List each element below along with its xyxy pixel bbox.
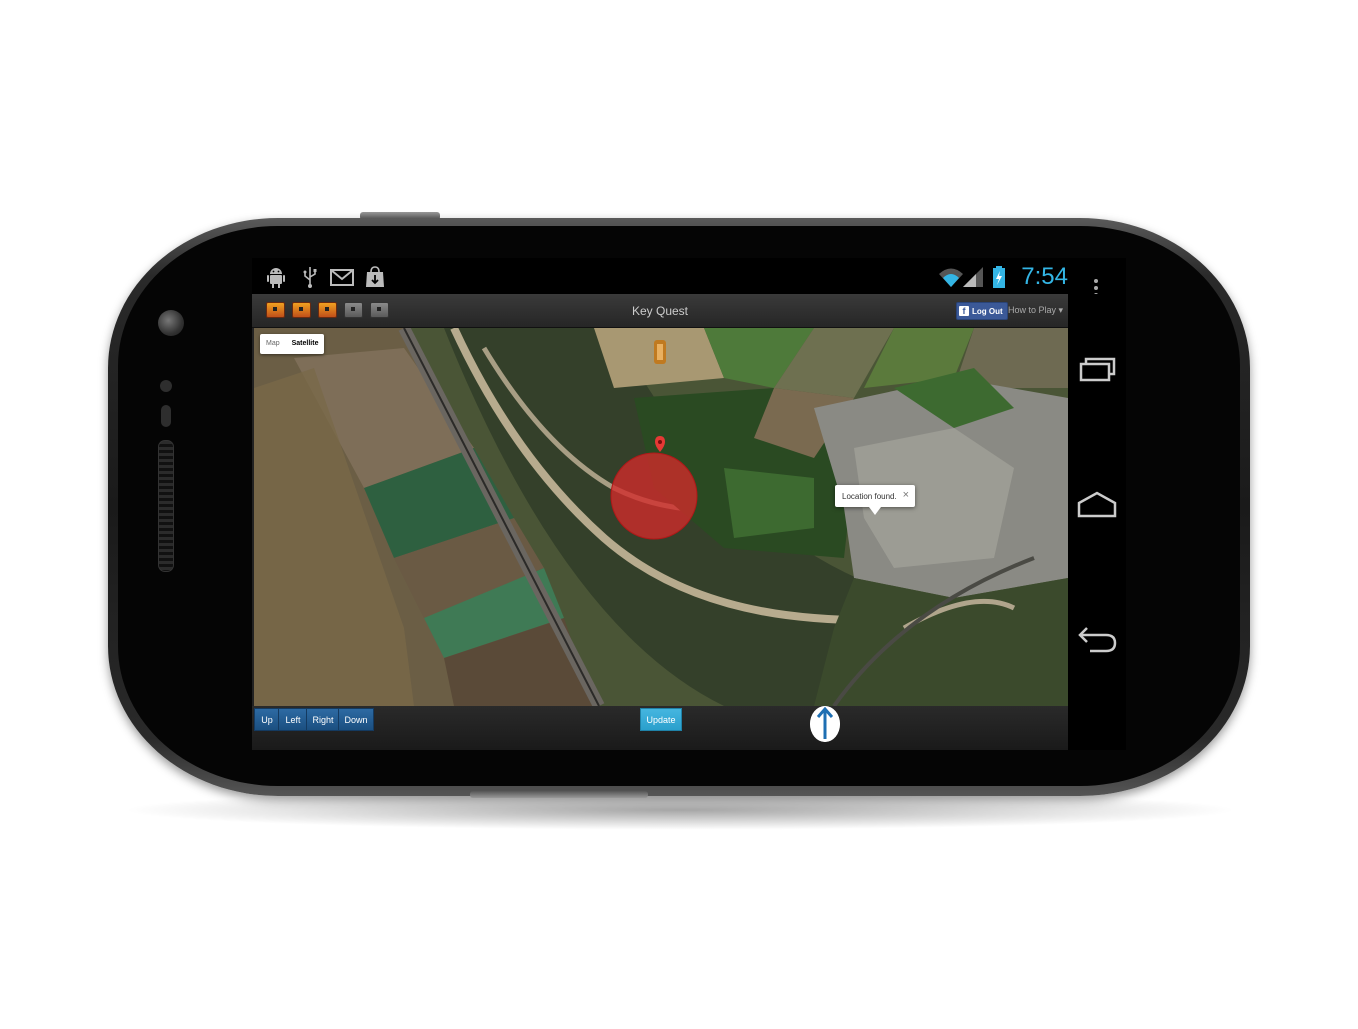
app-header: Key Quest f Log Out How to Play ▾ <box>252 294 1068 328</box>
status-clock: 7:54 <box>1021 263 1068 290</box>
front-camera <box>158 310 184 336</box>
close-icon[interactable]: × <box>903 489 909 501</box>
recent-apps-icon[interactable] <box>1076 354 1118 384</box>
satellite-imagery <box>254 328 1068 706</box>
app-title: Key Quest <box>631 304 689 318</box>
location-info-window: Location found. × <box>835 485 915 515</box>
usb-icon <box>303 267 317 288</box>
map-type-control: Map Satellite <box>260 334 325 354</box>
key-quest-app: Key Quest f Log Out How to Play ▾ Map Sa… <box>252 294 1068 750</box>
volume-button[interactable] <box>470 791 648 798</box>
earpiece-speaker <box>158 440 174 572</box>
map-type-satellite-button[interactable]: Satellite <box>286 334 325 354</box>
down-button[interactable]: Down <box>338 708 374 731</box>
right-button[interactable]: Right <box>306 708 340 731</box>
proximity-sensor <box>160 380 172 392</box>
phone-screen: 7:54 Key Quest f Log Out How to Play ▾ M… <box>252 258 1126 750</box>
how-to-play-dropdown[interactable]: How to Play ▾ <box>1008 305 1063 316</box>
update-button[interactable]: Update <box>640 708 682 731</box>
light-sensor <box>161 405 171 427</box>
back-icon[interactable] <box>1076 626 1118 656</box>
facebook-logout-button[interactable]: f Log Out <box>956 302 1008 320</box>
control-footer: Up Left Right Down Update <box>252 706 1068 750</box>
facebook-icon: f <box>959 306 969 316</box>
download-icon <box>366 266 384 287</box>
navigation-bar <box>1068 294 1126 750</box>
map-type-map-button[interactable]: Map <box>260 334 286 354</box>
home-icon[interactable] <box>1076 490 1118 520</box>
logout-label: Log Out <box>972 306 1003 316</box>
signal-icon <box>963 267 983 287</box>
up-button[interactable]: Up <box>254 708 280 731</box>
phone-shadow <box>120 790 1240 830</box>
wifi-icon <box>939 268 963 287</box>
left-button[interactable]: Left <box>278 708 308 731</box>
satellite-map[interactable]: Map Satellite Location found. × <box>254 328 1068 706</box>
android-debug-icon <box>267 268 285 288</box>
status-bar: 7:54 <box>252 258 1126 297</box>
info-window-text: Location found. <box>842 492 897 501</box>
gmail-icon <box>330 269 354 286</box>
battery-charging-icon <box>993 266 1005 288</box>
compass-arrow-icon <box>810 706 840 742</box>
